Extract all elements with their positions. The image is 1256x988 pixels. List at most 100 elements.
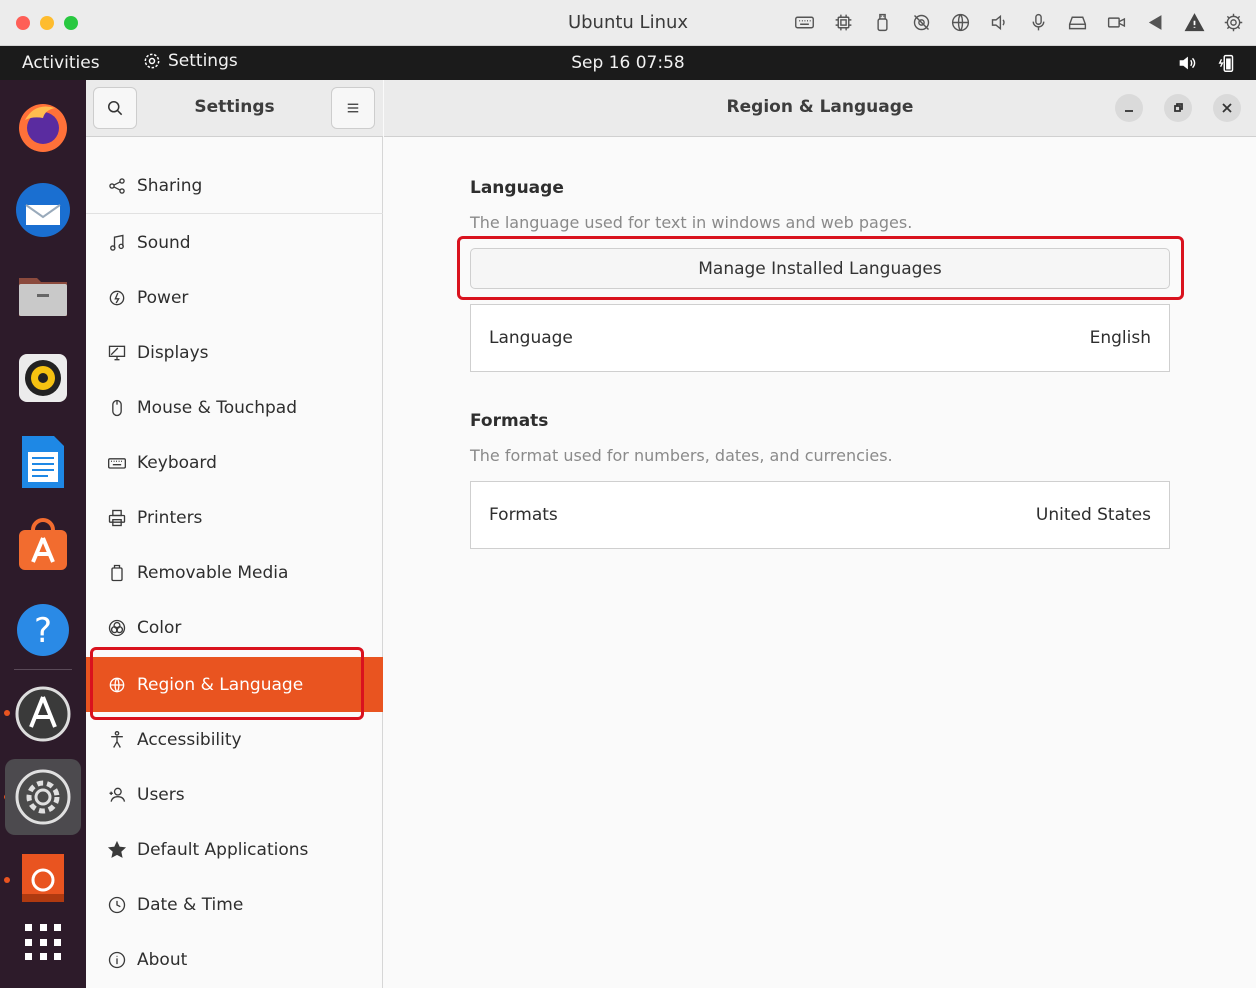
accessibility-icon (111, 730, 123, 748)
sidebar-item-removable-media[interactable]: Removable Media (86, 545, 383, 600)
settings-gear-icon (144, 53, 160, 69)
dock-help[interactable]: ? (12, 599, 74, 661)
sidebar-item-label: Printers (137, 507, 203, 528)
zoom-window-dot[interactable] (64, 16, 78, 30)
hamburger-menu-icon (347, 103, 359, 113)
users-icon (109, 787, 126, 802)
dock-files[interactable] (12, 263, 74, 325)
formats-row-label: Formats (489, 505, 558, 525)
app-grid-icon (25, 924, 61, 960)
keyboard-icon[interactable] (792, 10, 817, 35)
dock-firefox[interactable] (12, 95, 74, 157)
region-language-panel: Language The language used for text in w… (384, 137, 1256, 988)
dock-ubuntu-software[interactable] (12, 515, 74, 577)
dock-thunderbird[interactable] (12, 179, 74, 241)
minimize-button[interactable] (1115, 94, 1143, 122)
back-arrow-icon[interactable] (1143, 10, 1168, 35)
dock-show-applications[interactable] (12, 911, 74, 973)
manage-installed-languages-button[interactable]: Manage Installed Languages (470, 248, 1170, 289)
firefox-icon (19, 104, 67, 152)
close-window-dot[interactable] (16, 16, 30, 30)
formats-row[interactable]: Formats United States (470, 481, 1170, 549)
writer-icon (22, 436, 64, 488)
minimize-icon (1125, 110, 1133, 112)
maximize-button[interactable] (1164, 94, 1192, 122)
svg-text:?: ? (34, 611, 52, 651)
restore-icon (1174, 103, 1183, 112)
sidebar-item-label: Removable Media (137, 562, 289, 583)
mac-window-titlebar: Ubuntu Linux (0, 0, 1256, 46)
camera-off-icon[interactable] (909, 10, 934, 35)
sidebar-item-color[interactable]: Color (86, 600, 383, 655)
sidebar-item-mouse-touchpad[interactable]: Mouse & Touchpad (86, 380, 383, 435)
sidebar-item-label: Keyboard (137, 452, 217, 473)
dock-software-updater[interactable] (12, 683, 74, 745)
sidebar-item-printers[interactable]: Printers (86, 490, 383, 545)
sidebar-item-users[interactable]: Users (86, 767, 383, 822)
settings-sidebar: Settings Sharing Sound Power Displays Mo… (86, 80, 383, 988)
dock-libreoffice-writer[interactable] (12, 431, 74, 493)
search-button[interactable] (93, 87, 137, 129)
keyboard-icon (108, 457, 126, 469)
star-icon (107, 840, 127, 858)
help-icon: ? (17, 604, 69, 656)
display-icon (108, 345, 126, 360)
close-button[interactable] (1213, 94, 1241, 122)
sidebar-item-default-applications[interactable]: Default Applications (86, 822, 383, 877)
sidebar-item-label: Sharing (137, 175, 203, 196)
ubuntu-top-bar: Activities Settings Sep 16 07:58 (0, 46, 1256, 80)
sidebar-item-label: Users (137, 784, 185, 805)
sidebar-item-label: Mouse & Touchpad (137, 397, 298, 418)
clock-icon (108, 896, 126, 913)
sidebar-item-power[interactable]: Power (86, 270, 383, 325)
color-icon (108, 619, 126, 636)
sidebar-separator (86, 213, 383, 214)
installer-icon (22, 854, 64, 902)
app-menu[interactable]: Settings (142, 51, 238, 71)
sidebar-item-date-time[interactable]: Date & Time (86, 877, 383, 932)
updater-icon (15, 686, 71, 742)
dock-ubuntu-installer[interactable] (12, 847, 74, 909)
gear-icon[interactable] (1221, 10, 1246, 35)
usb-icon[interactable] (870, 10, 895, 35)
sidebar-item-keyboard[interactable]: Keyboard (86, 435, 383, 490)
cpu-icon[interactable] (831, 10, 856, 35)
sidebar-header: Settings (86, 80, 383, 137)
globe-icon[interactable] (948, 10, 973, 35)
sidebar-item-accessibility[interactable]: Accessibility (86, 712, 383, 767)
dock-separator (14, 669, 72, 670)
speaker-icon[interactable] (987, 10, 1012, 35)
language-row[interactable]: Language English (470, 304, 1170, 372)
formats-description: The format used for numbers, dates, and … (470, 446, 893, 465)
battery-icon[interactable] (1216, 52, 1238, 74)
sidebar-item-region-language[interactable]: Region & Language (86, 657, 383, 712)
sidebar-item-about[interactable]: About (86, 932, 383, 987)
sidebar-item-label: About (137, 949, 188, 970)
drive-icon[interactable] (1065, 10, 1090, 35)
dock-rhythmbox[interactable] (12, 347, 74, 409)
language-description: The language used for text in windows an… (470, 213, 913, 232)
minimize-window-dot[interactable] (40, 16, 54, 30)
settings-icon (15, 769, 71, 825)
search-icon (108, 101, 123, 116)
formats-row-value: United States (1035, 505, 1151, 525)
formats-heading: Formats (470, 411, 549, 431)
dock-settings[interactable] (5, 759, 81, 835)
video-icon[interactable] (1104, 10, 1129, 35)
activities-button[interactable]: Activities (22, 53, 100, 73)
main-headerbar: Region & Language (384, 80, 1256, 137)
sidebar-item-label: Sound (137, 232, 191, 253)
sidebar-item-displays[interactable]: Displays (86, 325, 383, 380)
app-menu-label: Settings (168, 51, 238, 71)
volume-icon[interactable] (1176, 52, 1198, 74)
primary-menu-button[interactable] (331, 87, 375, 129)
files-icon (19, 278, 67, 316)
warning-icon[interactable] (1182, 10, 1207, 35)
sidebar-item-sound[interactable]: Sound (86, 215, 383, 270)
sidebar-item-sharing[interactable]: Sharing (86, 158, 383, 213)
microphone-icon[interactable] (1026, 10, 1051, 35)
close-icon (1222, 103, 1232, 113)
thunderbird-icon (16, 183, 70, 237)
software-store-icon (19, 518, 67, 570)
printer-icon (108, 509, 126, 526)
